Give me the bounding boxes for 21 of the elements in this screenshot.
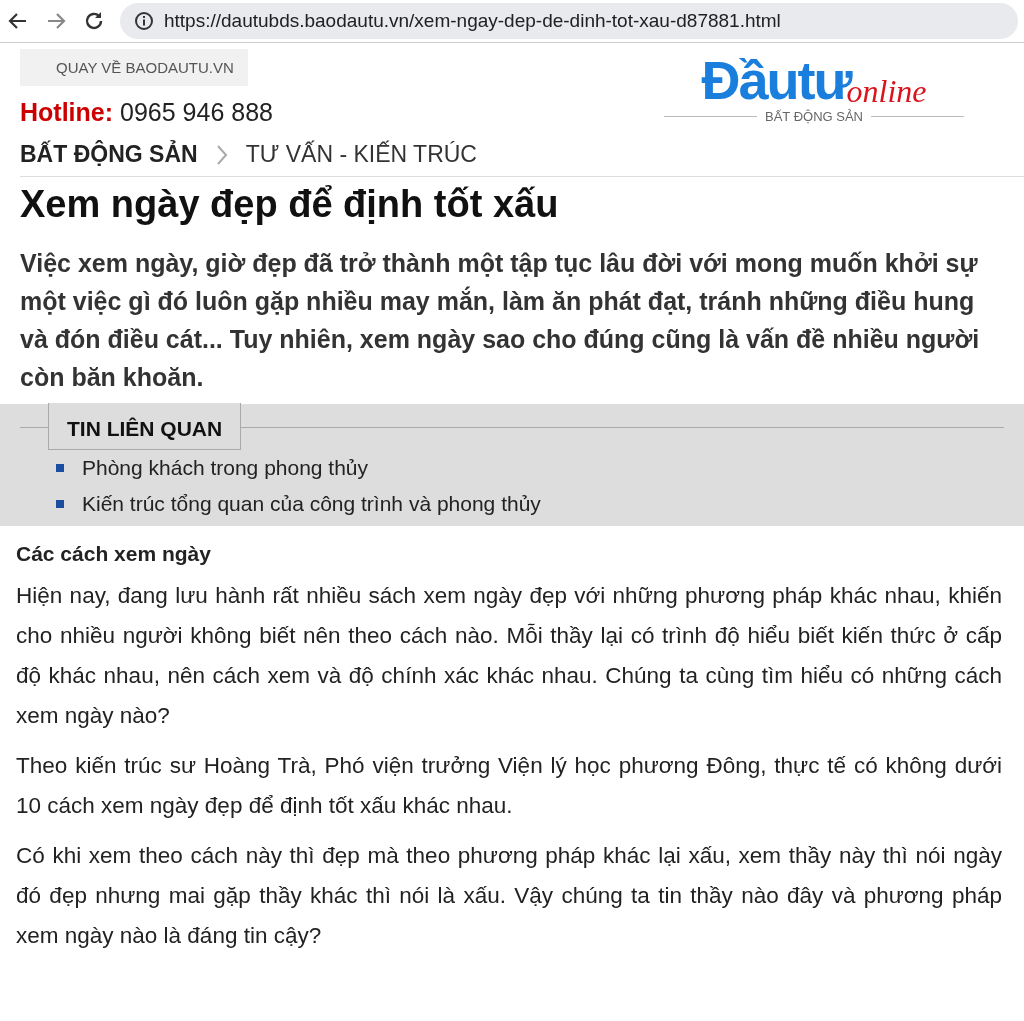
related-heading: TIN LIÊN QUAN	[48, 403, 242, 450]
chevron-icon	[215, 143, 228, 166]
hotline-label: Hotline:	[20, 98, 114, 127]
related-link[interactable]: Phòng khách trong phong thủy	[82, 450, 369, 486]
address-bar[interactable]: https://dautubds.baodautu.vn/xem-ngay-dep-de-dinh-tot-xau-d87881.html	[120, 3, 1018, 39]
paragraph: Có khi xem theo cách này thì đẹp mà theo phương pháp khác lại xấu, xem thầy này thì nói ngày đó đẹp nhưng mai gặp thầy khác thì nói là xấu. Vậy chúng ta tin thầy nào đây và phương pháp xem ngày nào là đáng tin cậy?	[16, 842, 1002, 950]
bullet-icon	[56, 500, 64, 508]
hotline-number: 0965 946 888	[120, 98, 273, 127]
breadcrumb-link[interactable]: TƯ VẤN - KIẾN TRÚC	[245, 141, 477, 168]
section-heading: Các cách xem ngày	[16, 542, 212, 566]
related-link[interactable]: Kiến trúc tổng quan của công trình và phong thủy	[82, 486, 541, 522]
paragraph: Hiện nay, đang lưu hành rất nhiều sách xem ngày đẹp với những phương pháp khác nhau, khiến cho nhiều người không biết nên theo cách nào. Mỗi thầy lại có trình độ hiểu biết kiến thức ở cấp độ khác nhau, nên cách xem và độ chính xác khác nhau. Chúng ta cùng tìm hiểu có những cách xem ngày nào?	[16, 582, 1002, 730]
url-text: https://dautubds.baodautu.vn/xem-ngay-dep-de-dinh-tot-xau-d87881.html	[164, 10, 781, 32]
logo-tagline: BẤT ĐỘNG SẢN	[765, 109, 863, 124]
info-icon[interactable]	[134, 11, 154, 31]
article-title: Xem ngày đẹp để định tốt xấu	[20, 183, 560, 226]
bullet-icon	[56, 464, 64, 472]
breadcrumb-link[interactable]: BẤT ĐỘNG SẢN	[20, 141, 198, 168]
article-lead: Việc xem ngày, giờ đẹp đã trở thành một tập tục lâu đời với mong muốn khởi sự một việc gì đó luôn gặp nhiều may mắn, làm ăn phát đạt, tránh những điều hung và đón điều cát... Tuy nhiên, xem ngày sao cho đúng cũng là vấn đề nhiều người còn băn khoăn.	[20, 248, 981, 393]
back-link[interactable]: QUAY VỀ BAODAUTU.VN	[20, 49, 248, 86]
paragraph: Theo kiến trúc sư Hoàng Trà, Phó viện trưởng Viện lý học phương Đông, thực tế có không dưới 10 cách xem ngày đẹp để định tốt xấu khác nhau.	[16, 752, 1002, 820]
